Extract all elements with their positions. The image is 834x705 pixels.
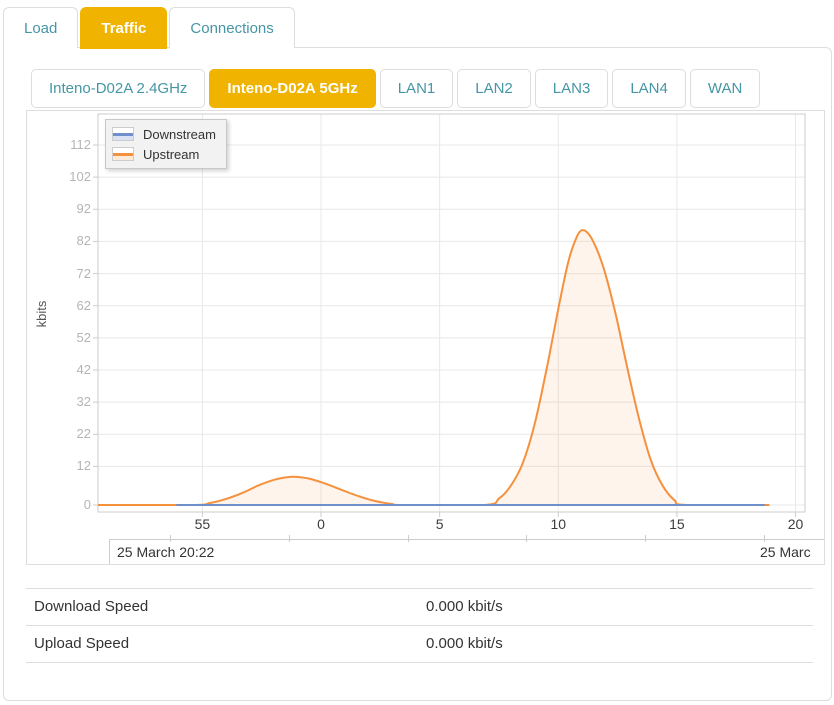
y-axis-label: kbits bbox=[34, 264, 50, 364]
x-tick-label: 20 bbox=[766, 516, 826, 532]
iface-tab-lan2[interactable]: LAN2 bbox=[457, 69, 531, 108]
range-axis-tick bbox=[170, 535, 171, 542]
y-tick-label: 22 bbox=[57, 426, 91, 441]
traffic-panel: Inteno-D02A 2.4GHzInteno-D02A 5GHzLAN1LA… bbox=[3, 47, 832, 701]
range-start-label: 25 March 20:22 bbox=[109, 539, 754, 565]
traffic-chart: kbits DownstreamUpstream 25 March 20:22 … bbox=[26, 110, 825, 565]
range-axis-tick bbox=[289, 535, 290, 542]
speed-row-label: Upload Speed bbox=[34, 626, 129, 662]
legend-item-upstream: Upstream bbox=[112, 144, 216, 164]
interface-tab-bar: Inteno-D02A 2.4GHzInteno-D02A 5GHzLAN1LA… bbox=[31, 69, 760, 108]
y-tick-label: 112 bbox=[57, 137, 91, 152]
y-tick-label: 72 bbox=[57, 266, 91, 281]
y-tick-label: 12 bbox=[57, 458, 91, 473]
table-row: Download Speed 0.000 kbit/s bbox=[26, 588, 813, 625]
chart-legend: Downstream Upstream bbox=[105, 119, 227, 169]
range-axis-tick bbox=[408, 535, 409, 542]
traffic-chart-plot bbox=[27, 111, 824, 564]
y-tick-label: 82 bbox=[57, 233, 91, 248]
y-tick-label: 102 bbox=[57, 169, 91, 184]
x-tick-label: 15 bbox=[647, 516, 707, 532]
tab-traffic[interactable]: Traffic bbox=[80, 7, 167, 49]
main-tab-bar: LoadTrafficConnections bbox=[3, 7, 297, 49]
iface-tab-lan4[interactable]: LAN4 bbox=[612, 69, 686, 108]
tab-connections[interactable]: Connections bbox=[169, 7, 294, 48]
x-tick-label: 5 bbox=[410, 516, 470, 532]
series-line-upstream bbox=[98, 230, 769, 505]
speed-row-value: 0.000 kbit/s bbox=[426, 626, 503, 662]
tab-load[interactable]: Load bbox=[3, 7, 78, 48]
range-end-label: 25 Marc bbox=[753, 539, 825, 565]
range-axis-tick bbox=[764, 535, 765, 542]
y-tick-label: 0 bbox=[57, 497, 91, 512]
legend-swatch-upstream bbox=[112, 147, 134, 161]
iface-tab-lan1[interactable]: LAN1 bbox=[380, 69, 454, 108]
y-tick-label: 62 bbox=[57, 298, 91, 313]
iface-tab-inteno-d02a-2-4ghz[interactable]: Inteno-D02A 2.4GHz bbox=[31, 69, 205, 108]
legend-label: Upstream bbox=[143, 147, 199, 162]
iface-tab-wan[interactable]: WAN bbox=[690, 69, 760, 108]
series-fill-upstream bbox=[98, 230, 769, 505]
plot-border bbox=[98, 114, 805, 512]
x-tick-label: 0 bbox=[291, 516, 351, 532]
router-traffic-page: LoadTrafficConnections Inteno-D02A 2.4GH… bbox=[0, 0, 834, 705]
speed-summary-table: Download Speed 0.000 kbit/s Upload Speed 0.… bbox=[26, 588, 813, 663]
legend-swatch-downstream bbox=[112, 127, 134, 141]
table-row: Upload Speed 0.000 kbit/s bbox=[26, 625, 813, 663]
legend-label: Downstream bbox=[143, 127, 216, 142]
x-tick-label: 55 bbox=[172, 516, 232, 532]
speed-row-value: 0.000 kbit/s bbox=[426, 589, 503, 625]
y-tick-label: 32 bbox=[57, 394, 91, 409]
iface-tab-lan3[interactable]: LAN3 bbox=[535, 69, 609, 108]
speed-row-label: Download Speed bbox=[34, 589, 148, 625]
x-tick-label: 10 bbox=[528, 516, 588, 532]
iface-tab-inteno-d02a-5ghz[interactable]: Inteno-D02A 5GHz bbox=[209, 69, 375, 108]
range-axis-tick bbox=[526, 535, 527, 542]
y-tick-label: 92 bbox=[57, 201, 91, 216]
y-tick-label: 42 bbox=[57, 362, 91, 377]
y-tick-label: 52 bbox=[57, 330, 91, 345]
legend-item-downstream: Downstream bbox=[112, 124, 216, 144]
range-axis-tick bbox=[645, 535, 646, 542]
